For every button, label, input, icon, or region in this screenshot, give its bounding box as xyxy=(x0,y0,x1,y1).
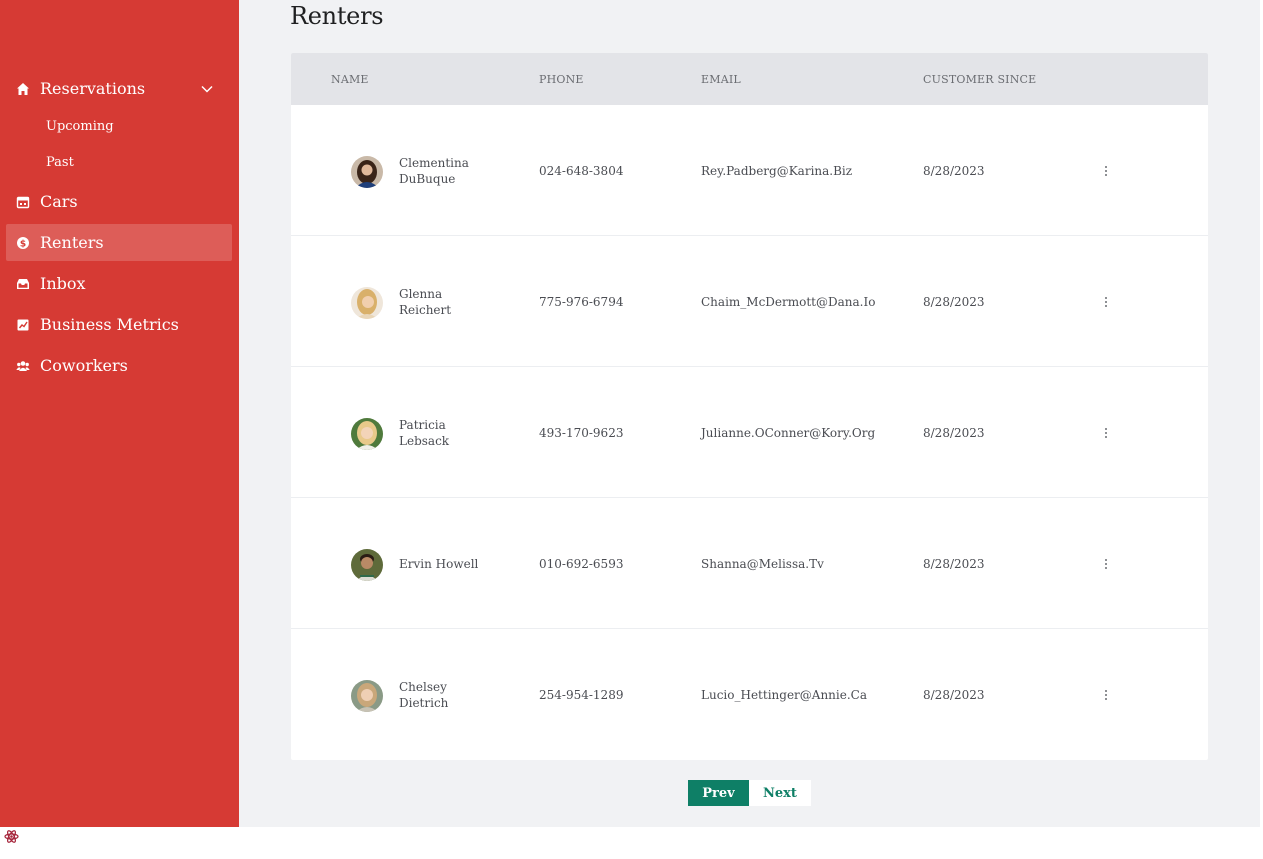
renter-phone: 024-648-3804 xyxy=(539,164,624,178)
react-devtools-icon[interactable] xyxy=(4,829,19,844)
home-icon xyxy=(16,82,30,96)
avatar xyxy=(351,418,383,450)
table-row[interactable]: Patricia Lebsack 493-170-9623 Julianne.O… xyxy=(291,367,1208,498)
avatar xyxy=(351,287,383,319)
chevron-down-icon[interactable] xyxy=(200,81,214,95)
column-header-customer-since[interactable]: CUSTOMER SINCE xyxy=(923,73,1036,86)
sidebar-item-reservations[interactable]: Reservations xyxy=(6,70,232,107)
dollar-coin-icon: $ xyxy=(16,236,30,250)
inbox-icon xyxy=(16,277,30,291)
sidebar-item-cars[interactable]: Cars xyxy=(6,183,232,220)
main-content: Renters NAME PHONE EMAIL CUSTOMER SINCE … xyxy=(239,0,1260,827)
avatar xyxy=(351,156,383,188)
more-options-icon[interactable] xyxy=(1103,163,1109,177)
sidebar: Reservations Upcoming Past Cars $ Renter… xyxy=(0,0,239,827)
avatar xyxy=(351,549,383,581)
renter-customer-since: 8/28/2023 xyxy=(923,164,985,178)
sidebar-item-label: Cars xyxy=(40,192,78,211)
svg-text:$: $ xyxy=(20,239,26,249)
column-header-name[interactable]: NAME xyxy=(331,73,369,86)
prev-button[interactable]: Prev xyxy=(688,780,749,806)
renter-name: Chelsey Dietrich xyxy=(399,680,449,710)
renter-email: Julianne.OConner@Kory.Org xyxy=(701,426,876,440)
renter-customer-since: 8/28/2023 xyxy=(923,688,985,702)
renter-phone: 010-692-6593 xyxy=(539,557,624,571)
renter-customer-since: 8/28/2023 xyxy=(923,295,985,309)
sidebar-item-business-metrics[interactable]: Business Metrics xyxy=(6,306,232,343)
calendar-icon xyxy=(16,195,30,209)
sidebar-item-label: Coworkers xyxy=(40,356,128,375)
renter-name: Ervin Howell xyxy=(399,557,479,571)
renter-name: Glenna Reichert xyxy=(399,287,452,317)
sidebar-item-inbox[interactable]: Inbox xyxy=(6,265,232,302)
more-options-icon[interactable] xyxy=(1103,294,1109,308)
column-header-phone[interactable]: PHONE xyxy=(539,73,584,86)
table-header: NAME PHONE EMAIL CUSTOMER SINCE xyxy=(291,53,1208,105)
sidebar-item-coworkers[interactable]: Coworkers xyxy=(6,347,232,384)
more-options-icon[interactable] xyxy=(1103,556,1109,570)
sidebar-item-label: Renters xyxy=(40,233,104,252)
table-row[interactable]: Ervin Howell 010-692-6593 Shanna@Melissa… xyxy=(291,498,1208,629)
more-options-icon[interactable] xyxy=(1103,687,1109,701)
chart-icon xyxy=(16,318,30,332)
renter-customer-since: 8/28/2023 xyxy=(923,557,985,571)
renter-email: Chaim_McDermott@Dana.Io xyxy=(701,295,876,309)
renter-email: Shanna@Melissa.Tv xyxy=(701,557,824,571)
renter-name: Clementina DuBuque xyxy=(399,156,469,186)
column-header-email[interactable]: EMAIL xyxy=(701,73,741,86)
table-row[interactable]: Chelsey Dietrich 254-954-1289 Lucio_Hett… xyxy=(291,629,1208,760)
renter-phone: 493-170-9623 xyxy=(539,426,624,440)
table-row[interactable]: Clementina DuBuque 024-648-3804 Rey.Padb… xyxy=(291,105,1208,236)
table-row[interactable]: Glenna Reichert 775-976-6794 Chaim_McDer… xyxy=(291,236,1208,367)
avatar xyxy=(351,680,383,712)
renters-table: NAME PHONE EMAIL CUSTOMER SINCE Clementi… xyxy=(291,53,1208,760)
sidebar-subitem-upcoming[interactable]: Upcoming xyxy=(46,119,114,134)
renter-email: Rey.Padberg@Karina.Biz xyxy=(701,164,853,178)
renter-customer-since: 8/28/2023 xyxy=(923,426,985,440)
renter-email: Lucio_Hettinger@Annie.Ca xyxy=(701,688,867,702)
more-options-icon[interactable] xyxy=(1103,425,1109,439)
sidebar-subitem-past[interactable]: Past xyxy=(46,155,74,170)
next-button[interactable]: Next xyxy=(749,780,811,806)
sidebar-item-label: Inbox xyxy=(40,274,86,293)
sidebar-item-renters[interactable]: $ Renters xyxy=(6,224,232,261)
pagination: Prev Next xyxy=(688,780,811,806)
sidebar-item-label: Business Metrics xyxy=(40,315,179,334)
renter-phone: 254-954-1289 xyxy=(539,688,624,702)
renter-name: Patricia Lebsack xyxy=(399,418,450,448)
users-icon xyxy=(16,359,30,373)
renter-phone: 775-976-6794 xyxy=(539,295,624,309)
sidebar-item-label: Reservations xyxy=(40,79,146,98)
page-title: Renters xyxy=(290,2,384,30)
